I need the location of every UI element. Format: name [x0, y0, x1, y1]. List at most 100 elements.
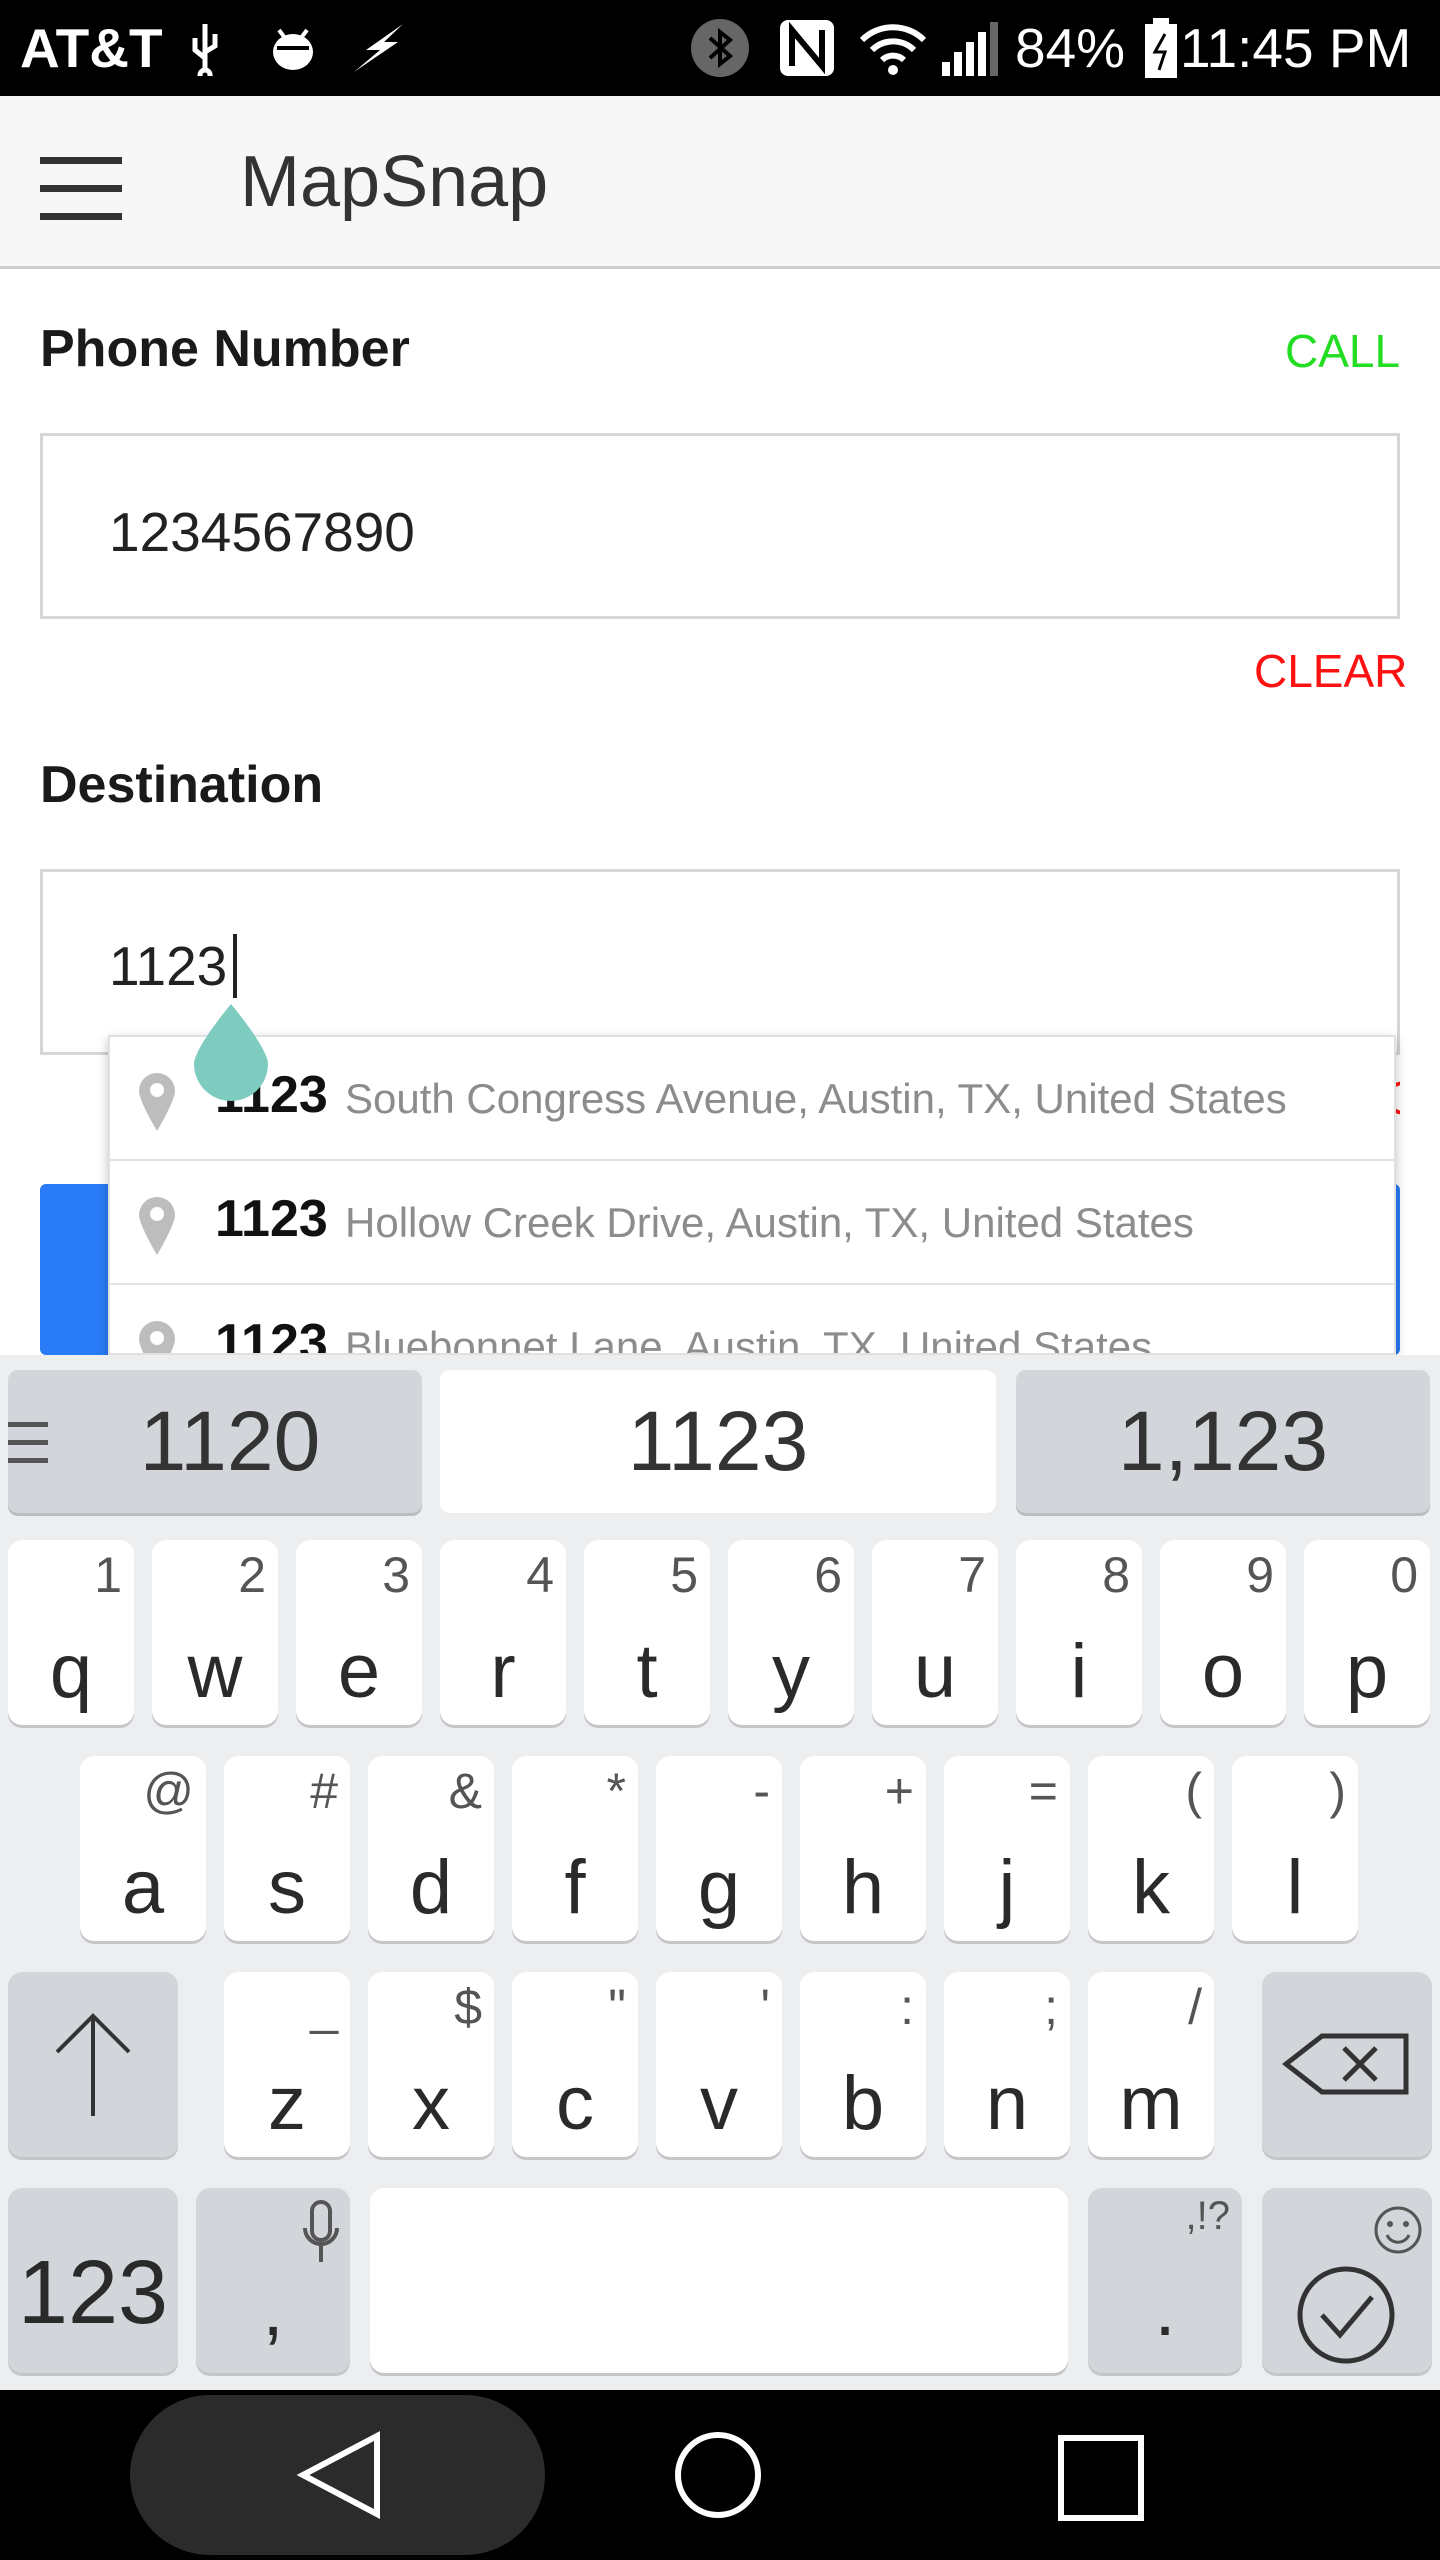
destination-value: 1123	[109, 935, 228, 997]
key-alt-label: 7	[958, 1547, 986, 1603]
key-alt-label: -	[753, 1763, 770, 1819]
comma-key[interactable]: ,	[196, 2188, 350, 2373]
navigation-bar	[0, 2390, 1440, 2560]
key-alt-label: ;	[1044, 1979, 1058, 2035]
key-label: s	[268, 1845, 306, 1930]
candidate-label: 1120	[139, 1394, 321, 1488]
key-alt-label: :	[900, 1979, 914, 2035]
key-l[interactable]: ) l	[1232, 1756, 1358, 1941]
key-u[interactable]: 7u	[872, 1540, 998, 1725]
phone-number-field[interactable]: 1234567890	[40, 433, 1400, 619]
key-alt-label: _	[310, 1979, 338, 2035]
suggestion-item[interactable]: 1123 Hollow Creek Drive, Austin, TX, Uni…	[110, 1161, 1394, 1285]
key-label: d	[409, 1845, 453, 1930]
phone-number-label: Phone Number	[40, 320, 410, 378]
nfc-icon	[780, 20, 834, 76]
key-t[interactable]: 5t	[584, 1540, 710, 1725]
key-label: o	[1201, 1629, 1245, 1714]
key-w[interactable]: 2w	[152, 1540, 278, 1725]
candidate-suggestion[interactable]: 1123	[440, 1370, 996, 1513]
backspace-key[interactable]	[1262, 1972, 1432, 2157]
key-alt-label: 0	[1390, 1547, 1418, 1603]
key-d[interactable]: & d	[368, 1756, 494, 1941]
enter-key[interactable]	[1262, 2188, 1432, 2373]
clear-button[interactable]: CLEAR	[1254, 644, 1407, 698]
key-b[interactable]: :b	[800, 1972, 926, 2157]
key-label: w	[187, 1629, 243, 1714]
key-a[interactable]: @ a	[80, 1756, 206, 1941]
back-icon[interactable]	[295, 2430, 385, 2520]
recents-icon[interactable]	[1058, 2435, 1144, 2521]
space-key[interactable]	[370, 2188, 1068, 2373]
key-alt-label: 1	[94, 1547, 122, 1603]
key-alt-label: 8	[1102, 1547, 1130, 1603]
key-label: q	[49, 1629, 93, 1714]
key-alt-label: 3	[382, 1547, 410, 1603]
key-q[interactable]: 1q	[8, 1540, 134, 1725]
suggestion-item[interactable]: 1123 South Congress Avenue, Austin, TX, …	[110, 1037, 1394, 1161]
key-alt-label: &	[448, 1763, 482, 1819]
key-label: m	[1119, 2061, 1183, 2146]
key-k[interactable]: (k	[1088, 1756, 1214, 1941]
candidate-suggestion[interactable]: 1,123	[1016, 1370, 1430, 1513]
key-label: k	[1132, 1845, 1170, 1930]
hamburger-menu-icon[interactable]	[40, 157, 122, 220]
key-alt-label: '	[760, 1979, 770, 2035]
usb-icon	[192, 24, 218, 76]
key-x[interactable]: $ x	[368, 1972, 494, 2157]
key-n[interactable]: ; n	[944, 1972, 1070, 2157]
flash-icon	[354, 24, 403, 72]
signal-icon	[942, 22, 998, 76]
battery-icon	[1145, 18, 1177, 78]
key-h[interactable]: + h	[800, 1756, 926, 1941]
key-o[interactable]: 9o	[1160, 1540, 1286, 1725]
key-label: x	[412, 2061, 450, 2146]
key-label: e	[337, 1629, 381, 1714]
cursor-handle-icon[interactable]	[190, 1002, 272, 1106]
key-z[interactable]: _ z	[224, 1972, 350, 2157]
key-label: z	[268, 2061, 306, 2146]
suggestion-number: 1123	[215, 1314, 328, 1355]
key-alt-label: 9	[1246, 1547, 1274, 1603]
key-c[interactable]: " c	[512, 1972, 638, 2157]
keyboard: 1120 1123 1,123 1q2w3e4r5t6y7u8i9o0p @ a #…	[0, 1355, 1440, 2390]
key-alt-label: )	[1329, 1763, 1346, 1819]
home-icon[interactable]	[673, 2430, 763, 2520]
backspace-icon	[1282, 2033, 1409, 2095]
candidate-label: 1123	[627, 1394, 809, 1488]
key-s[interactable]: # s	[224, 1756, 350, 1941]
suggestion-item[interactable]: 1123 Bluebonnet Lane, Austin, TX, United…	[110, 1285, 1394, 1355]
key-m[interactable]: / m	[1088, 1972, 1214, 2157]
key-f[interactable]: * f	[512, 1756, 638, 1941]
candidate-suggestion[interactable]: 1120	[8, 1370, 422, 1513]
key-i[interactable]: 8i	[1016, 1540, 1142, 1725]
period-key[interactable]: ,!? .	[1088, 2188, 1242, 2373]
phone-number-value: 1234567890	[109, 501, 415, 563]
shift-arrow-icon	[55, 2013, 131, 2116]
key-r[interactable]: 4r	[440, 1540, 566, 1725]
suggestion-address: Bluebonnet Lane, Austin, TX, United Stat…	[345, 1323, 1153, 1355]
emoji-icon	[1374, 2206, 1422, 2254]
call-button[interactable]: CALL	[1285, 324, 1400, 378]
key-alt-label: #	[310, 1763, 338, 1819]
text-cursor	[233, 934, 237, 998]
key-p[interactable]: 0p	[1304, 1540, 1430, 1725]
key-y[interactable]: 6y	[728, 1540, 854, 1725]
key-alt-label: /	[1188, 1979, 1202, 2035]
destination-label: Destination	[40, 756, 324, 814]
microphone-icon	[303, 2200, 339, 2262]
key-g[interactable]: -g	[656, 1756, 782, 1941]
symbols-key[interactable]: 123	[8, 2188, 178, 2373]
symbols-key-label: 123	[17, 2243, 169, 2343]
key-label: i	[1070, 1629, 1088, 1714]
key-v[interactable]: ' v	[656, 1972, 782, 2157]
location-pin-icon	[139, 1073, 175, 1131]
candidates-menu-icon[interactable]	[8, 1420, 48, 1466]
key-alt-label: "	[608, 1979, 626, 2035]
key-j[interactable]: = j	[944, 1756, 1070, 1941]
shift-key[interactable]	[8, 1972, 178, 2157]
key-alt-label: 5	[670, 1547, 698, 1603]
key-e[interactable]: 3e	[296, 1540, 422, 1725]
key-label: n	[985, 2061, 1029, 2146]
key-alt-label: +	[884, 1763, 914, 1819]
